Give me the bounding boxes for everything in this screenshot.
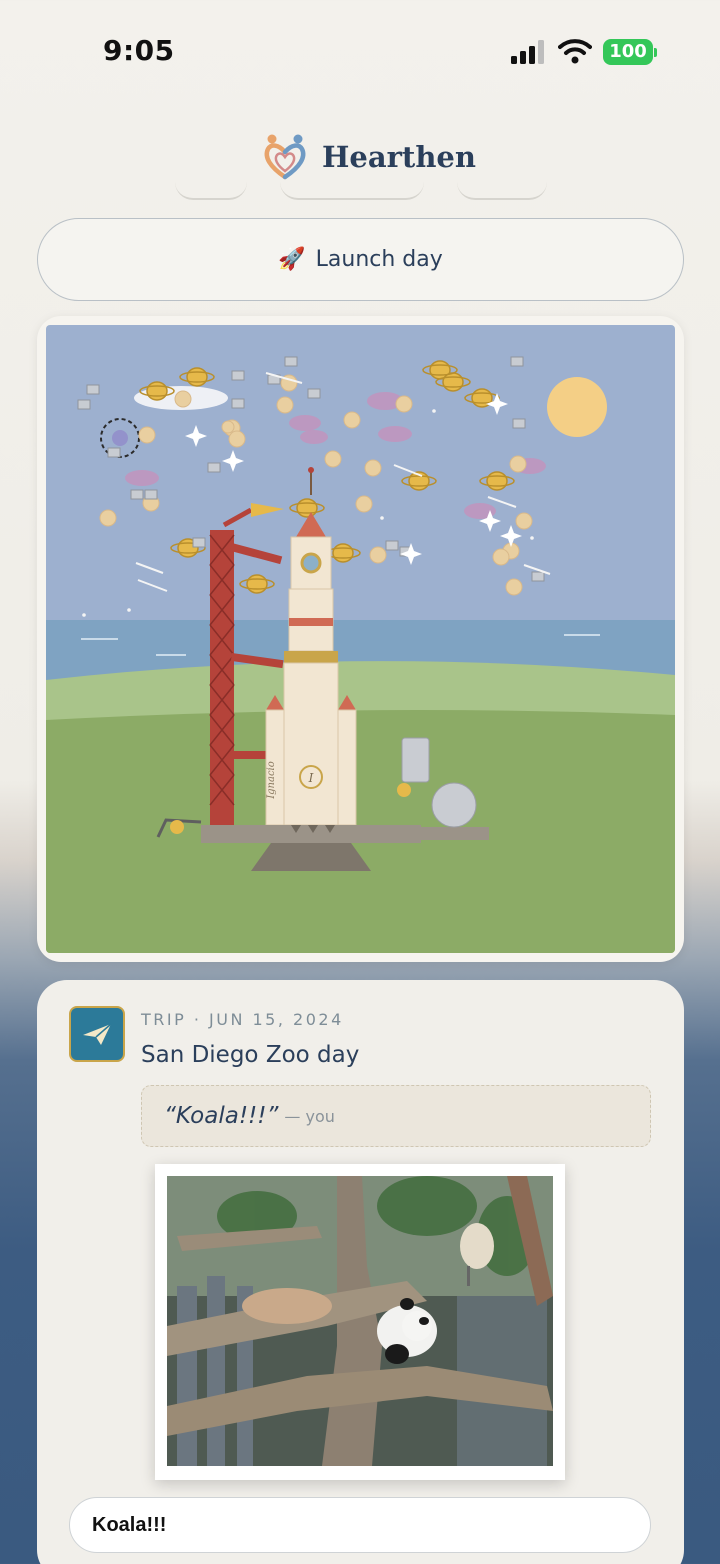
rocket-scene-illustration: I Ignacio <box>46 325 675 953</box>
hidden-chip[interactable] <box>457 178 547 200</box>
quote-author: — you <box>284 1106 335 1126</box>
memory-title: San Diego Zoo day <box>141 1042 360 1068</box>
caption-field[interactable]: Koala!!! <box>69 1497 651 1553</box>
hearthen-logo-icon <box>264 134 306 180</box>
cellular-signal-icon <box>511 40 544 64</box>
launch-day-button[interactable]: 🚀 Launch day <box>37 218 684 301</box>
clock: 9:05 <box>103 34 175 67</box>
hidden-chip[interactable] <box>280 178 424 200</box>
battery-tip <box>654 48 657 57</box>
memory-card[interactable]: TRIP · JUN 15, 2024 San Diego Zoo day “K… <box>37 980 684 1564</box>
rocket-scene-card: I Ignacio <box>37 316 684 962</box>
hidden-chip[interactable] <box>175 178 247 200</box>
status-bar: 9:05 100 <box>0 0 720 100</box>
quote-box: “Koala!!!” — you <box>141 1085 651 1147</box>
trip-paper-plane-icon <box>69 1006 125 1062</box>
launch-day-label: Launch day <box>315 247 443 272</box>
memory-photo <box>167 1176 553 1466</box>
rocket-scene[interactable]: I Ignacio <box>46 325 675 953</box>
brand-name: Hearthen <box>322 140 476 174</box>
quote-text: “Koala!!!” <box>164 1103 279 1129</box>
memory-photo-frame[interactable] <box>155 1164 565 1480</box>
rocket-name-label: Ignacio <box>266 761 277 800</box>
rocket-icon: 🚀 <box>278 247 306 272</box>
wifi-icon <box>558 39 592 64</box>
memory-meta: TRIP · JUN 15, 2024 <box>141 1010 344 1029</box>
rocket-badge-letter: I <box>308 771 314 785</box>
brand-header: Hearthen <box>262 132 476 182</box>
battery-indicator: 100 <box>603 39 653 65</box>
